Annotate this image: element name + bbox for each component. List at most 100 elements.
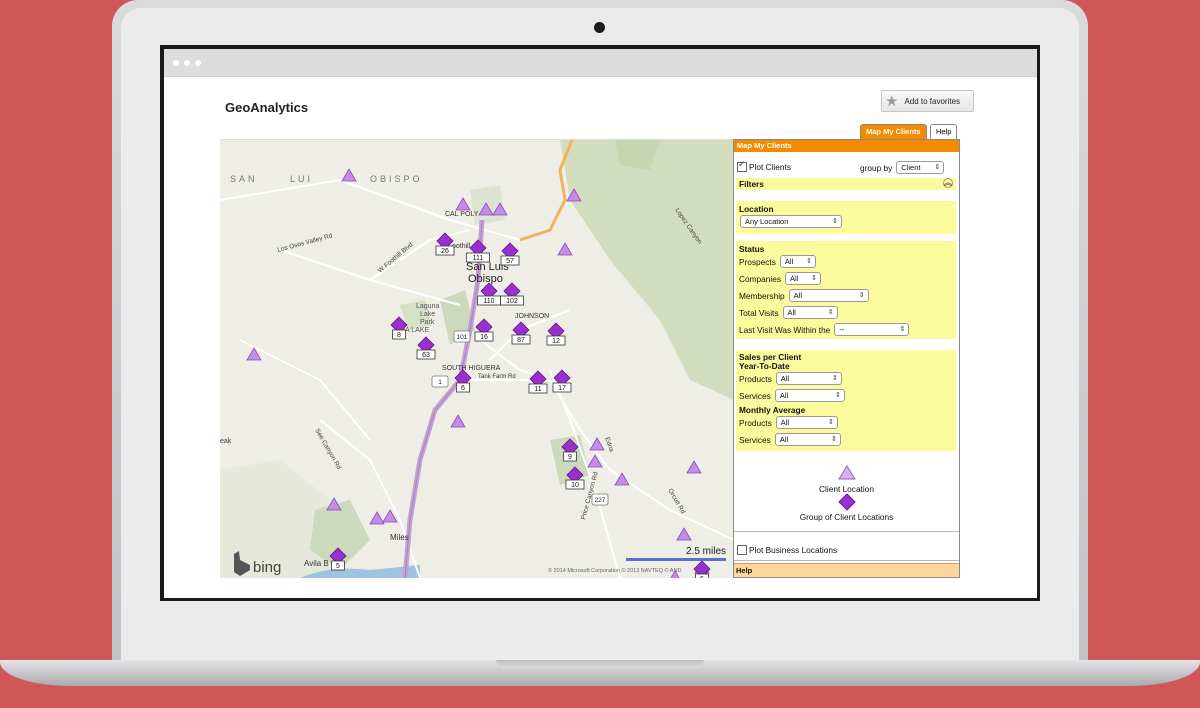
client-cluster-marker[interactable]: 16 xyxy=(474,318,494,342)
cluster-count: 11 xyxy=(534,386,541,393)
client-location-marker[interactable] xyxy=(686,460,702,474)
route-shield: 101 xyxy=(453,330,471,343)
cluster-count: 87 xyxy=(517,337,525,344)
client-cluster-marker[interactable]: 17 xyxy=(552,369,572,393)
cluster-count: 9 xyxy=(568,454,572,461)
client-location-marker[interactable] xyxy=(450,414,466,428)
client-location-marker[interactable] xyxy=(589,437,605,451)
cluster-count: 8 xyxy=(397,332,401,339)
cluster-count: 6 xyxy=(461,385,465,392)
tab-map-my-clients[interactable]: Map My Clients xyxy=(860,124,927,139)
ytd-services-select[interactable]: All xyxy=(774,389,845,402)
map-place-label: CAL POLY xyxy=(445,211,479,218)
map-place-label: OBISPO xyxy=(370,174,423,184)
group-by-label: group by xyxy=(860,162,893,173)
map-place-label: Lake xyxy=(420,311,435,318)
ytd-products-select[interactable]: All xyxy=(775,372,842,385)
map-view[interactable]: SAN LUI OBISPO CAL POLY San Luis Obispo Laguna… xyxy=(220,139,734,578)
client-location-marker[interactable] xyxy=(676,527,692,541)
monthly-services-select[interactable]: All xyxy=(774,433,841,446)
plot-clients-checkbox[interactable] xyxy=(737,159,747,172)
filters-title: Filters xyxy=(739,179,764,189)
svg-text:101: 101 xyxy=(457,334,468,341)
client-cluster-marker[interactable]: 57 xyxy=(500,242,520,266)
window-zoom-dot[interactable] xyxy=(195,60,201,66)
membership-select[interactable]: All xyxy=(788,289,869,302)
client-cluster-marker[interactable]: 102 xyxy=(500,282,524,306)
client-cluster-marker[interactable]: 6 xyxy=(693,560,711,578)
status-title: Status xyxy=(739,244,765,254)
map-place-label: Edna xyxy=(603,436,615,453)
location-section: Location Any Location xyxy=(736,201,956,234)
cluster-count: 102 xyxy=(506,298,518,305)
add-to-favorites-button[interactable]: ★ Add to favorites xyxy=(881,90,974,112)
map-copyright: © 2014 Microsoft Corporation © 2013 NAVT… xyxy=(548,567,681,574)
map-place-label: Avila B xyxy=(304,559,329,568)
scale-bar: 2.5 miles xyxy=(626,546,726,561)
map-place-label: Orcutt Rd xyxy=(666,488,686,516)
cluster-count: 5 xyxy=(336,563,340,570)
group-by-select[interactable]: Client xyxy=(896,161,945,174)
total-visits-select[interactable]: All xyxy=(782,306,838,319)
window-close-dot[interactable] xyxy=(173,60,179,66)
add-to-favorites-label: Add to favorites xyxy=(904,96,961,106)
map-place-label: Park xyxy=(420,319,435,326)
cluster-count: 26 xyxy=(441,248,449,255)
client-cluster-marker[interactable]: 87 xyxy=(511,321,531,345)
map-place-label: SAN xyxy=(230,174,258,184)
map-place-label: Laguna xyxy=(416,303,439,310)
tab-help[interactable]: Help xyxy=(930,124,958,139)
map-place-label: eak xyxy=(220,438,232,445)
plot-business-label: Plot Business Locations xyxy=(749,545,838,555)
monthly-products-label: Products xyxy=(739,417,772,428)
last-visit-label: Last Visit Was Within the xyxy=(739,324,831,335)
map-place-label: Obispo xyxy=(468,273,503,285)
sales-subtitle: Year-To-Date xyxy=(739,361,790,371)
route-shield: 1 xyxy=(431,375,449,388)
window-minimize-dot[interactable] xyxy=(184,60,190,66)
companies-label: Companies xyxy=(739,273,781,284)
map-place-label: W Foothill Blvd xyxy=(377,241,415,274)
prospects-label: Prospects xyxy=(739,256,776,267)
scale-label: 2.5 miles xyxy=(686,546,726,557)
companies-select[interactable]: All xyxy=(784,272,821,285)
client-cluster-marker[interactable]: 12 xyxy=(546,322,566,346)
laptop-notch xyxy=(496,660,704,668)
route-shield: 227 xyxy=(591,493,609,506)
last-visit-select[interactable]: -- xyxy=(834,323,910,336)
prospects-select[interactable]: All xyxy=(779,255,816,268)
ytd-products-label: Products xyxy=(739,373,772,384)
plot-business-checkbox[interactable] xyxy=(737,545,747,555)
client-cluster-marker[interactable]: 110 xyxy=(477,282,501,306)
total-visits-label: Total Visits xyxy=(739,307,779,318)
client-location-marker[interactable] xyxy=(557,242,573,256)
star-icon: ★ xyxy=(885,92,899,110)
help-bar[interactable]: Help xyxy=(734,563,959,577)
client-location-marker[interactable] xyxy=(369,511,385,525)
location-title: Location xyxy=(739,204,774,214)
svg-text:227: 227 xyxy=(595,497,606,504)
group-locations-icon xyxy=(838,493,856,511)
plot-business-row: Plot Business Locations xyxy=(737,545,837,555)
cluster-count: 111 xyxy=(473,255,484,262)
client-location-marker[interactable] xyxy=(455,197,471,211)
monthly-products-select[interactable]: All xyxy=(775,416,838,429)
monthly-average-title: Monthly Average xyxy=(739,405,806,415)
client-location-marker[interactable] xyxy=(341,168,357,182)
cluster-count: 110 xyxy=(483,298,494,305)
cluster-count: 12 xyxy=(552,338,560,345)
map-place-label: JOHNSON xyxy=(515,313,549,320)
map-place-label: oothill xyxy=(452,243,471,250)
plot-clients-row: Plot Clients xyxy=(737,159,791,172)
browser-toolbar xyxy=(164,49,1037,77)
collapse-filters-icon[interactable]: ︽ xyxy=(943,178,953,188)
camera-icon xyxy=(594,22,605,33)
cluster-count: 6 xyxy=(700,576,704,578)
group-locations-legend: Group of Client Locations xyxy=(799,512,894,522)
panel-header: Map My Clients xyxy=(734,140,959,152)
side-panel: Map My Clients Help Map My Clients Plot … xyxy=(733,124,960,578)
location-select[interactable]: Any Location xyxy=(740,215,842,228)
client-cluster-marker[interactable]: 63 xyxy=(416,336,436,360)
svg-text:1: 1 xyxy=(438,379,442,386)
membership-label: Membership xyxy=(739,290,785,301)
